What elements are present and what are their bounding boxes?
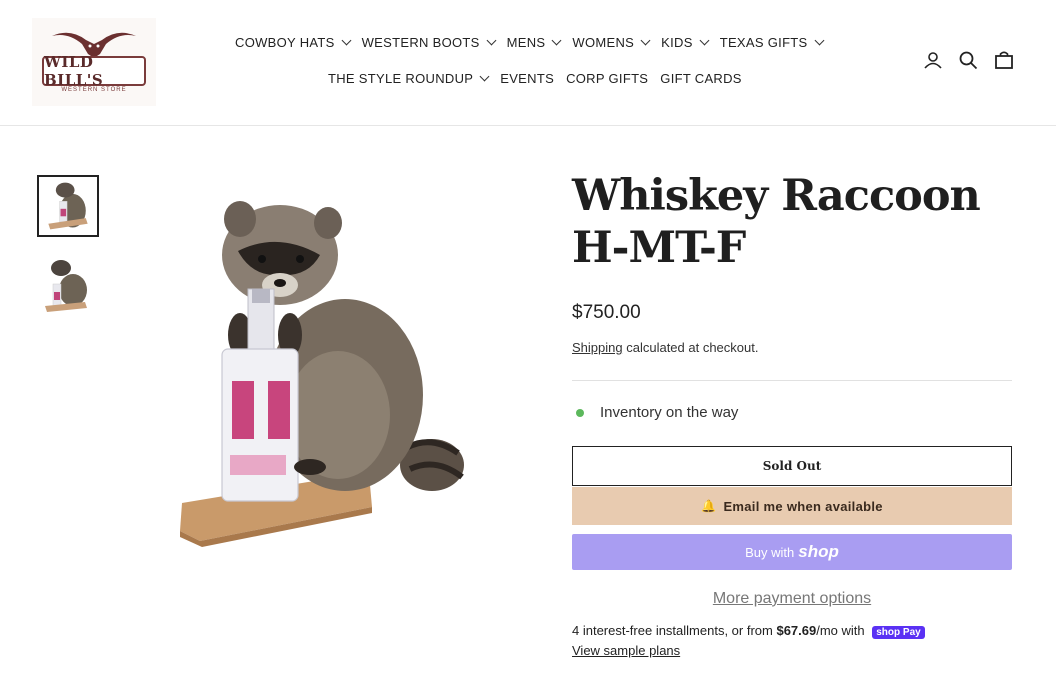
nav-style-roundup[interactable]: THE STYLE ROUNDUP [322, 69, 494, 87]
chevron-down-icon [479, 71, 490, 81]
email-notify-button[interactable]: 🔔 Email me when available [572, 487, 1012, 525]
more-payment-options-link[interactable]: More payment options [572, 590, 1012, 608]
nav-label: WESTERN BOOTS [361, 34, 480, 50]
product-thumbnail-2[interactable] [37, 252, 99, 314]
main-nav-row-1: COWBOY HATS WESTERN BOOTS MENS WOMENS KI… [229, 33, 824, 51]
status-dot-icon [576, 408, 584, 417]
shipping-text: calculated at checkout. [622, 340, 759, 355]
buy-with-label: Buy with [745, 544, 795, 560]
raccoon-thumbnail-image [45, 260, 87, 312]
view-sample-plans-link[interactable]: View sample plans [572, 643, 680, 658]
product-title: Whiskey Raccoon H-MT-F [572, 171, 981, 273]
chevron-down-icon [486, 35, 497, 45]
logo-wordmark: WILD BILL'S [42, 53, 146, 89]
chevron-down-icon [814, 35, 824, 45]
search-icon[interactable] [958, 50, 978, 70]
nav-label: WOMENS [572, 34, 635, 50]
nav-label: THE STYLE ROUNDUP [328, 70, 474, 86]
raccoon-thumbnail-image [48, 182, 88, 230]
product-price: $750.00 [572, 302, 641, 323]
account-icon[interactable] [923, 50, 943, 70]
nav-cowboy-hats[interactable]: COWBOY HATS [229, 33, 356, 51]
nav-label: CORP GIFTS [566, 70, 649, 86]
nav-corp-gifts[interactable]: CORP GIFTS [560, 69, 654, 87]
shop-pay-badge: shop Pay [872, 626, 925, 639]
site-header: WILD BILL'S WESTERN STORE COWBOY HATS WE… [0, 0, 1056, 126]
divider [572, 380, 1012, 381]
nav-events[interactable]: EVENTS [494, 69, 560, 87]
sold-out-button[interactable]: Sold Out [572, 446, 1012, 486]
inventory-text: Inventory on the way [600, 404, 739, 421]
nav-label: KIDS [661, 34, 693, 50]
installments-text: 4 interest-free installments, or from [572, 623, 777, 638]
installments-amount: $67.69 [776, 623, 817, 638]
nav-label: TEXAS GIFTS [719, 34, 808, 50]
shop-pay-button[interactable]: Buy with shop [572, 534, 1012, 570]
nav-texas-gifts[interactable]: TEXAS GIFTS [714, 33, 829, 51]
inventory-status: Inventory on the way [576, 404, 738, 421]
chevron-down-icon [551, 35, 562, 45]
chevron-down-icon [341, 35, 352, 45]
shipping-link[interactable]: Shipping [572, 340, 623, 355]
nav-western-boots[interactable]: WESTERN BOOTS [356, 33, 501, 51]
nav-label: MENS [506, 34, 546, 50]
nav-mens[interactable]: MENS [501, 33, 567, 51]
nav-gift-cards[interactable]: GIFT CARDS [654, 69, 748, 87]
cart-icon[interactable] [994, 50, 1014, 70]
installments-info: 4 interest-free installments, or from $6… [572, 623, 925, 639]
product-thumbnail-1[interactable] [37, 175, 99, 237]
nav-label: COWBOY HATS [235, 34, 335, 50]
chevron-down-icon [699, 35, 710, 45]
nav-kids[interactable]: KIDS [655, 33, 714, 51]
logo-subtitle: WESTERN STORE [61, 87, 127, 93]
bell-icon: 🔔 [701, 499, 717, 513]
email-button-label: Email me when available [723, 498, 883, 514]
shipping-note: Shipping calculated at checkout. [572, 340, 758, 355]
store-logo[interactable]: WILD BILL'S WESTERN STORE [32, 18, 156, 106]
nav-label: GIFT CARDS [660, 70, 742, 86]
nav-label: EVENTS [500, 70, 555, 86]
shop-logo: shop [798, 542, 839, 561]
installments-suffix: /mo with [816, 623, 869, 638]
raccoon-product-image [180, 201, 464, 547]
main-nav-row-2: THE STYLE ROUNDUP EVENTS CORP GIFTS GIFT… [322, 69, 741, 87]
nav-womens[interactable]: WOMENS [566, 33, 655, 51]
chevron-down-icon [640, 35, 651, 45]
